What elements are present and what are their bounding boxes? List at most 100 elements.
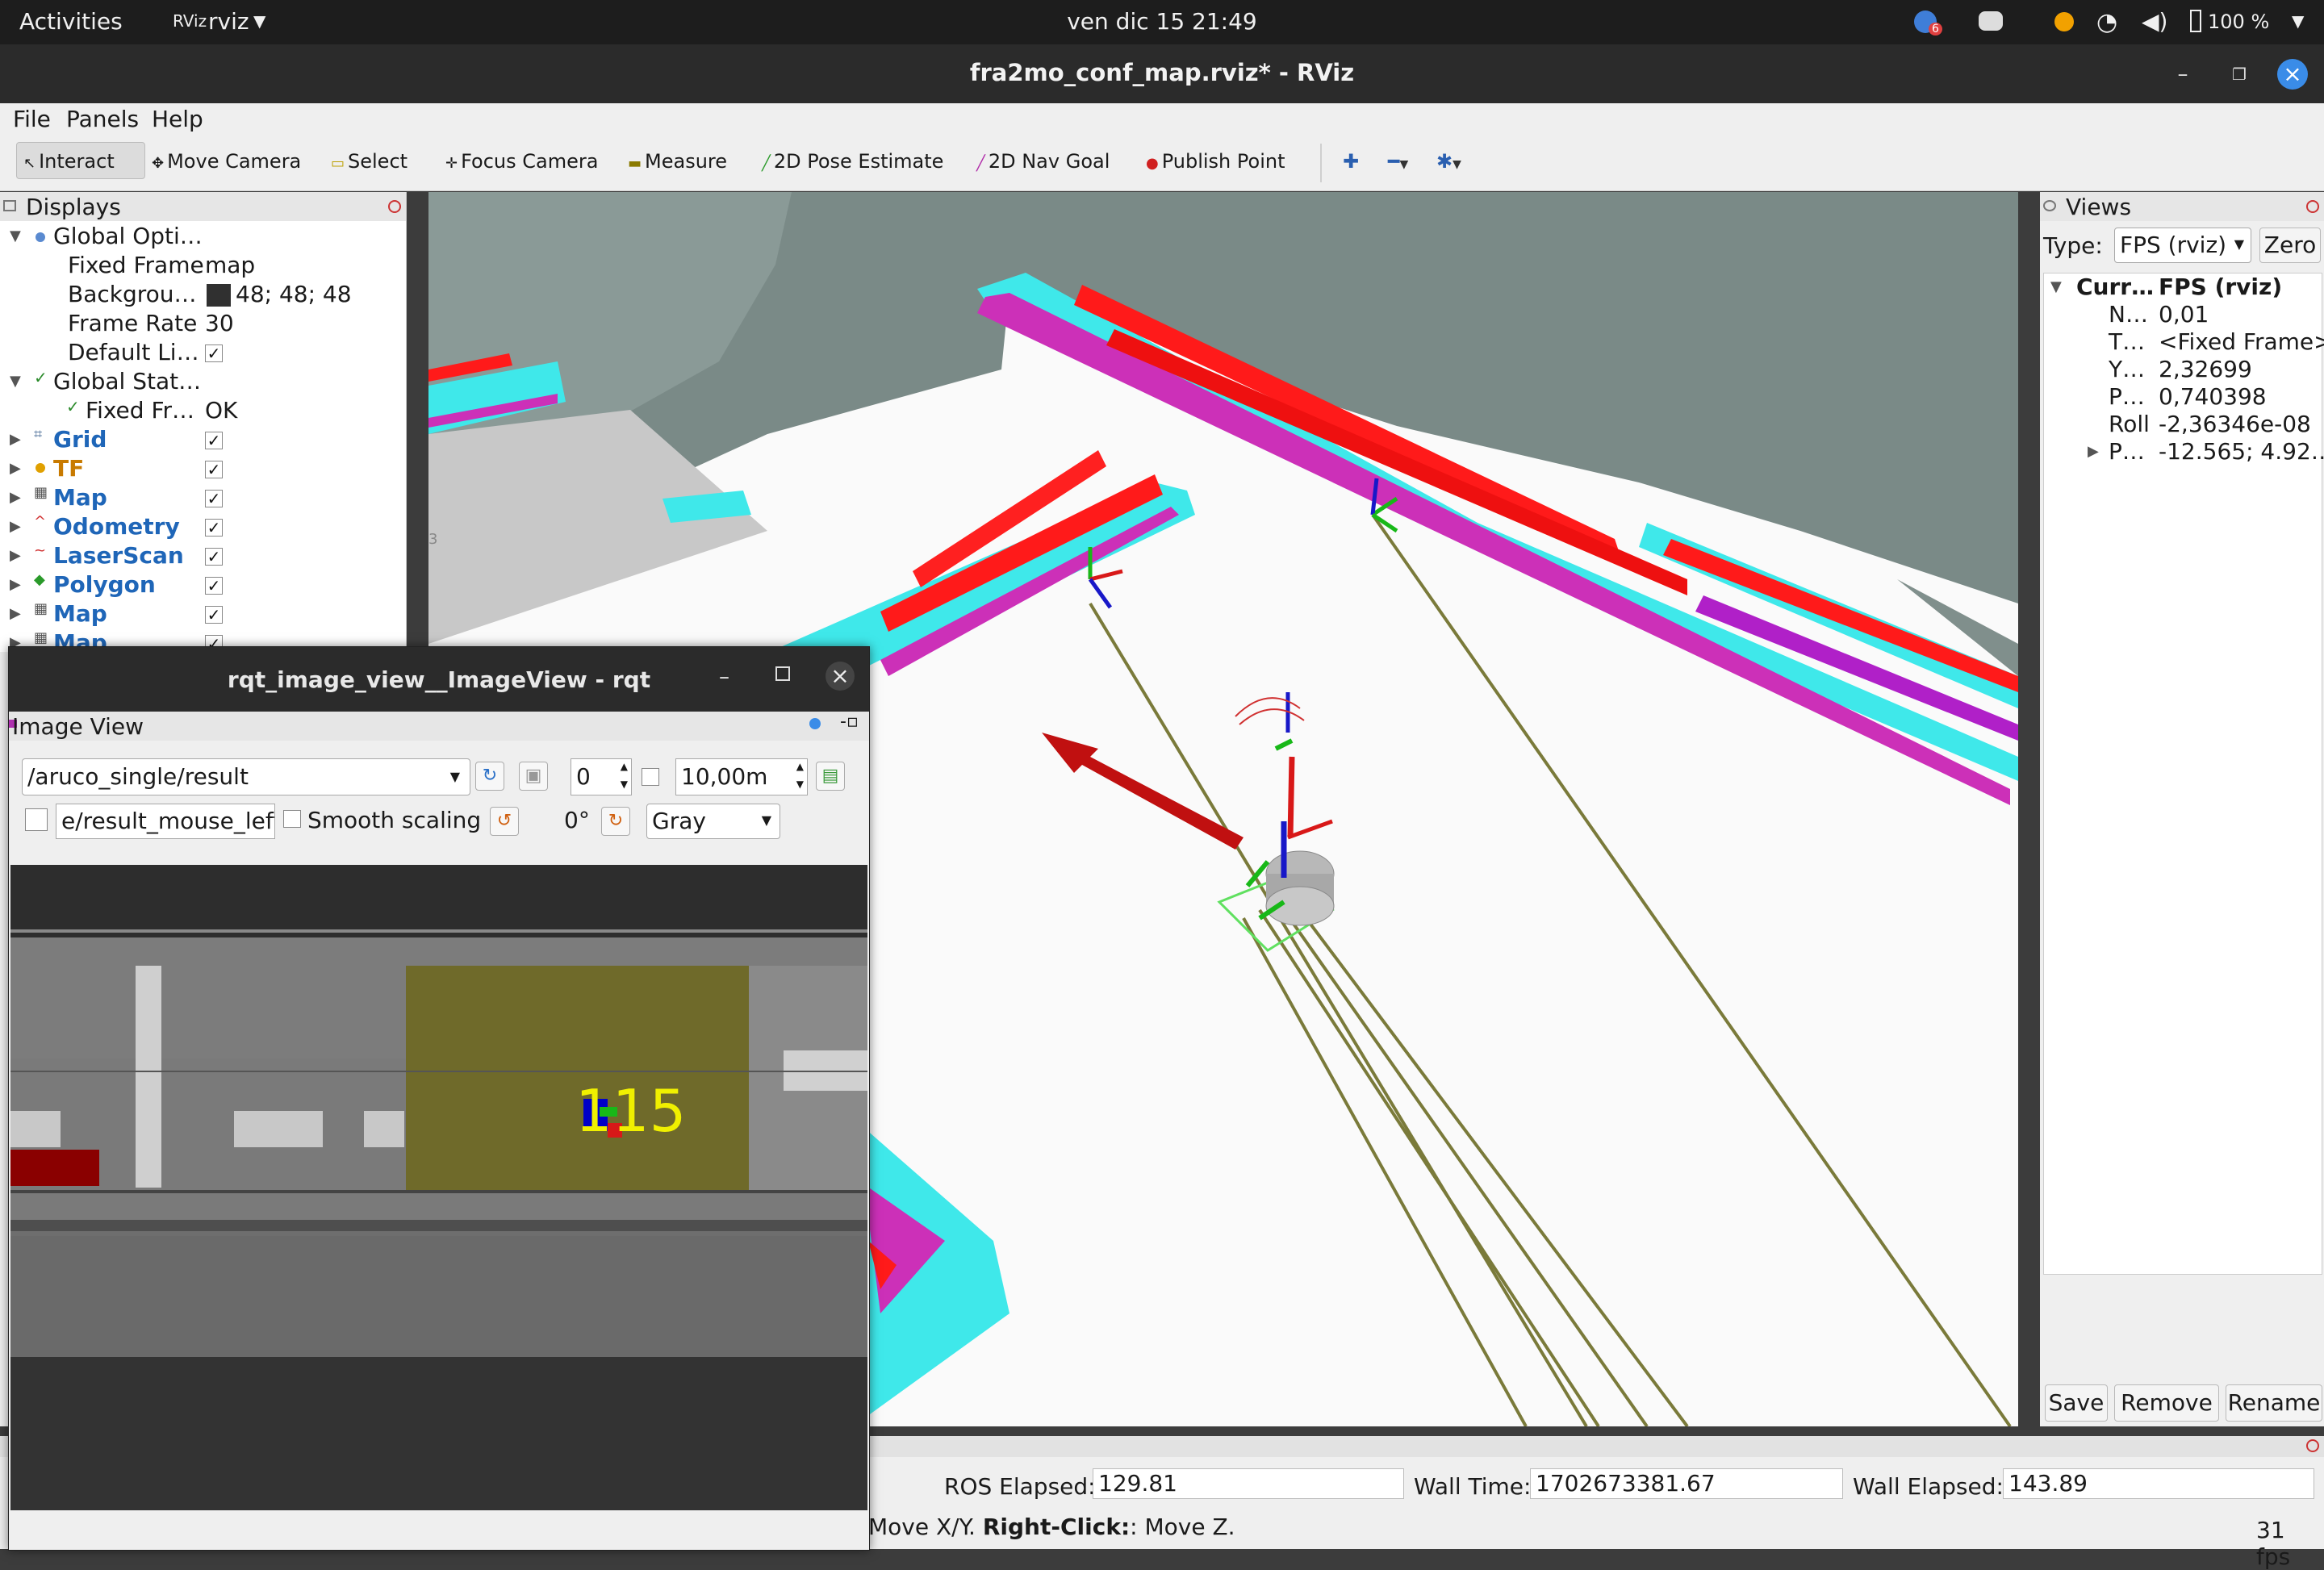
view-type-select[interactable]: FPS (rviz) ▼ bbox=[2114, 228, 2251, 263]
camera-image-svg[interactable]: 115 bbox=[10, 865, 867, 1510]
color-swatch[interactable] bbox=[207, 284, 231, 307]
tool-properties-button[interactable]: ✱▼ bbox=[1436, 150, 1461, 173]
tool-focus-camera[interactable]: ✛ Focus Camera bbox=[445, 150, 598, 173]
display-enable-checkbox[interactable]: ✓ bbox=[205, 432, 223, 449]
prop-value[interactable]: 2,32699 bbox=[2159, 356, 2252, 382]
wall-time-field[interactable]: 1702673381.67 bbox=[1530, 1468, 1843, 1499]
expand-down-icon[interactable]: ▼ bbox=[2050, 278, 2062, 295]
mouse-topic-input[interactable]: e/result_mouse_left bbox=[56, 804, 275, 839]
rotate-right-button[interactable]: ↻ bbox=[601, 807, 630, 836]
view-prop-roll[interactable]: Roll -2,36346e-08 bbox=[2044, 411, 2318, 440]
display-item-grid[interactable]: ▶ ⌗ Grid ✓ bbox=[0, 426, 403, 455]
tool-publish-point[interactable]: ● Publish Point bbox=[1146, 150, 1285, 173]
tool-select[interactable]: ▭ Select bbox=[331, 150, 408, 173]
remove-tool-button[interactable]: ━▼ bbox=[1388, 150, 1408, 173]
display-item-tf[interactable]: ▶ TF ✓ bbox=[0, 455, 403, 484]
rename-view-button[interactable]: Rename bbox=[2226, 1384, 2322, 1422]
display-item-polygon[interactable]: ▶ ◆ Polygon ✓ bbox=[0, 571, 403, 600]
expand-right-icon[interactable]: ▶ bbox=[10, 605, 21, 622]
default-light-checkbox[interactable]: ✓ bbox=[205, 344, 223, 362]
system-menu-icon[interactable]: ▼ bbox=[2292, 11, 2304, 31]
tool-interact[interactable]: ↖ Interact bbox=[16, 142, 145, 179]
expand-right-icon[interactable]: ▶ bbox=[10, 489, 21, 506]
display-enable-checkbox[interactable]: ✓ bbox=[205, 490, 223, 507]
colormap-select[interactable]: Gray ▼ bbox=[646, 804, 780, 839]
menu-file[interactable]: File bbox=[13, 106, 51, 132]
restore-button[interactable]: ❐ bbox=[2224, 59, 2255, 90]
panel-close-icon[interactable] bbox=[2306, 1439, 2319, 1452]
prop-value[interactable]: -2,36346e-08 bbox=[2159, 411, 2311, 437]
zero-button[interactable]: Zero bbox=[2259, 228, 2321, 263]
panel-close-icon[interactable] bbox=[2306, 200, 2319, 213]
publish-click-checkbox[interactable] bbox=[25, 808, 48, 831]
prop-background[interactable]: Backgrou… 48; 48; 48 bbox=[0, 281, 403, 310]
add-tool-button[interactable]: ✚ bbox=[1343, 150, 1359, 173]
battery-icon[interactable] bbox=[2190, 10, 2201, 32]
menu-panels[interactable]: Panels bbox=[66, 106, 139, 132]
background-value[interactable]: 48; 48; 48 bbox=[236, 281, 352, 307]
menu-help[interactable]: Help bbox=[152, 106, 203, 132]
prop-fixed-frame[interactable]: Fixed Frame map bbox=[0, 252, 403, 281]
display-item-map[interactable]: ▶ ▦ Map ✓ bbox=[0, 484, 403, 513]
volume-icon[interactable]: ◀) bbox=[2142, 8, 2167, 35]
expand-right-icon[interactable]: ▶ bbox=[10, 576, 21, 593]
display-item-laserscan[interactable]: ▶ ~ LaserScan ✓ bbox=[0, 542, 403, 571]
save-image-button[interactable]: ▤ bbox=[816, 762, 845, 791]
close-button[interactable]: × bbox=[2277, 59, 2308, 90]
rqt-title-bar[interactable]: rqt_image_view__ImageView - rqt – × bbox=[9, 647, 869, 712]
expand-down-icon[interactable]: ▼ bbox=[10, 373, 21, 390]
prop-frame-rate[interactable]: Frame Rate 30 bbox=[0, 310, 403, 339]
minimize-button[interactable]: – bbox=[719, 665, 729, 689]
view-prop-position[interactable]: ▶ P… -12.565; 4.92… bbox=[2044, 438, 2324, 467]
display-enable-checkbox[interactable]: ✓ bbox=[205, 548, 223, 566]
tool-measure[interactable]: ▬ Measure bbox=[628, 150, 727, 173]
view-prop-near-clip[interactable]: N… 0,01 bbox=[2044, 301, 2318, 330]
prop-value[interactable]: 0,740398 bbox=[2159, 383, 2267, 410]
display-item-map-2[interactable]: ▶ ▦ Map ✓ bbox=[0, 600, 403, 629]
status-fixed-frame[interactable]: ✓ Fixed Fr… OK bbox=[0, 397, 403, 426]
expand-right-icon[interactable]: ▶ bbox=[10, 547, 21, 564]
view-prop-pitch[interactable]: P… 0,740398 bbox=[2044, 383, 2318, 412]
expand-right-icon[interactable]: ▶ bbox=[10, 518, 21, 535]
save-view-button[interactable]: Save bbox=[2045, 1384, 2108, 1422]
expand-right-icon[interactable]: ▶ bbox=[10, 431, 21, 448]
clock[interactable]: ven dic 15 21:49 bbox=[0, 8, 2324, 35]
display-enable-checkbox[interactable]: ✓ bbox=[205, 519, 223, 537]
tree-global-options[interactable]: ▼ Global Opti… bbox=[0, 223, 403, 252]
maximize-button[interactable] bbox=[775, 666, 790, 681]
tool-2d-pose-estimate[interactable]: ╱ 2D Pose Estimate bbox=[762, 150, 943, 173]
fixed-frame-value[interactable]: map bbox=[205, 252, 255, 278]
spin-up-icon[interactable]: ▲ bbox=[796, 761, 804, 772]
prop-value[interactable]: 0,01 bbox=[2159, 301, 2209, 328]
tree-global-status[interactable]: ▼ ✓ Global Stat… bbox=[0, 368, 403, 397]
smooth-scaling-checkbox[interactable] bbox=[283, 810, 301, 828]
panel-options-icon[interactable]: -▫ bbox=[840, 712, 859, 732]
current-view-row[interactable]: ▼ Curr… FPS (rviz) bbox=[2044, 273, 2318, 303]
display-enable-checkbox[interactable]: ✓ bbox=[205, 606, 223, 624]
wifi-icon[interactable]: ◔ bbox=[2096, 8, 2117, 36]
close-button[interactable]: × bbox=[826, 662, 855, 691]
prop-default-light[interactable]: Default Li… ✓ bbox=[0, 339, 403, 368]
expand-down-icon[interactable]: ▼ bbox=[10, 228, 21, 244]
spin-down-icon[interactable]: ▼ bbox=[796, 779, 804, 790]
view-prop-yaw[interactable]: Y… 2,32699 bbox=[2044, 356, 2318, 385]
max-range-spinbox[interactable]: 10,00m ▲ ▼ bbox=[675, 758, 808, 795]
rqt-image-view-window[interactable]: rqt_image_view__ImageView - rqt – × Imag… bbox=[8, 646, 870, 1551]
spin-up-icon[interactable]: ▲ bbox=[621, 761, 628, 772]
expand-right-icon[interactable]: ▶ bbox=[2088, 443, 2099, 460]
display-item-odometry[interactable]: ▶ ^ Odometry ✓ bbox=[0, 513, 403, 542]
help-icon[interactable] bbox=[809, 718, 821, 729]
num-gridlines-spinbox[interactable]: 0 ▲ ▼ bbox=[571, 758, 632, 795]
status-dot-icon[interactable] bbox=[2054, 12, 2074, 31]
panel-close-icon[interactable] bbox=[388, 200, 401, 213]
ros-elapsed-field[interactable]: 129.81 bbox=[1093, 1468, 1404, 1499]
frame-rate-value[interactable]: 30 bbox=[205, 310, 234, 336]
rotate-left-button[interactable]: ↺ bbox=[490, 807, 519, 836]
display-enable-checkbox[interactable]: ✓ bbox=[205, 577, 223, 595]
tool-move-camera[interactable]: ✥ Move Camera bbox=[152, 150, 301, 173]
spin-down-icon[interactable]: ▼ bbox=[621, 779, 628, 790]
discord-icon[interactable] bbox=[1979, 11, 2003, 31]
tool-2d-nav-goal[interactable]: ╱ 2D Nav Goal bbox=[976, 150, 1110, 173]
remove-view-button[interactable]: Remove bbox=[2114, 1384, 2219, 1422]
zoom-button[interactable]: ▣ bbox=[519, 762, 548, 791]
